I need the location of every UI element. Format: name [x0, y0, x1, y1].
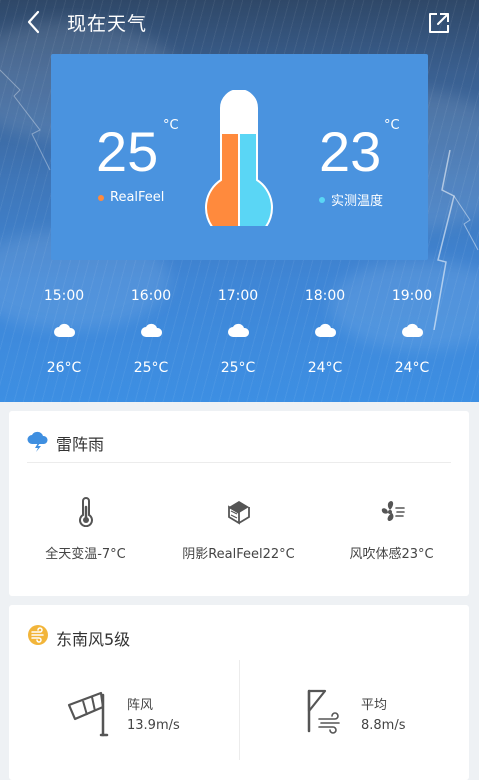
measured-unit: °C — [384, 118, 400, 133]
hour-temperature: 25°C — [133, 360, 169, 376]
share-icon[interactable] — [426, 10, 452, 36]
windsock-icon — [67, 691, 109, 737]
stat-label: 全天变温-7°C — [45, 547, 126, 562]
gust-value: 13.9m/s — [127, 718, 180, 733]
cloud-icon — [141, 323, 163, 337]
hour-time: 18:00 — [304, 288, 346, 304]
measured-label: 实测温度 — [331, 194, 384, 209]
cloud-icon — [315, 323, 337, 337]
temperature-card: 25 °C RealFeel 23 °C 实测温度 — [51, 54, 428, 260]
hour-time: 15:00 — [43, 288, 85, 304]
measured-temperature: 23 — [319, 120, 382, 183]
realfeel-label: RealFeel — [110, 190, 165, 205]
thunderstorm-icon — [27, 431, 48, 452]
cloud-icon — [228, 323, 250, 337]
card-divider — [27, 462, 451, 463]
weather-hero: 现在天气 25 °C RealFeel 23 °C 实测温度 15:00 26°… — [0, 0, 479, 402]
top-bar: 现在天气 — [0, 0, 479, 46]
hour-temperature: 25°C — [220, 360, 256, 376]
back-icon[interactable] — [22, 8, 48, 36]
wind-divider — [239, 660, 240, 760]
wind-icon — [28, 625, 48, 645]
measured-legend: 实测温度 — [319, 190, 383, 209]
hour-temperature: 26°C — [46, 360, 82, 376]
condition-title: 雷阵雨 — [56, 435, 105, 454]
stat-label: 风吹体感23°C — [349, 547, 434, 562]
average-value: 8.8m/s — [361, 718, 406, 733]
realfeel-temperature: 25 — [96, 120, 159, 183]
realfeel-dot — [98, 194, 104, 201]
cloud-icon — [54, 323, 76, 337]
condition-card: 雷阵雨 全天变温-7°C 阴影RealFeel22°C 风吹体感23°C — [9, 411, 469, 596]
hour-time: 19:00 — [391, 288, 433, 304]
wind-flag-icon — [307, 689, 340, 734]
stat-label: 阴影RealFeel22°C — [182, 547, 295, 562]
measured-dot — [319, 196, 325, 203]
thermometer-icon — [205, 90, 273, 226]
thermometer-icon — [79, 497, 93, 527]
wind-card: 东南风5级 阵风 13.9m/s 平均 8.8m/s — [9, 605, 469, 780]
page-title: 现在天气 — [67, 13, 148, 35]
realfeel-unit: °C — [163, 118, 179, 133]
fan-icon — [381, 501, 405, 521]
cloud-icon — [402, 323, 424, 337]
hourly-forecast: 15:00 26°C 16:00 25°C 17:00 25°C 18:00 2… — [0, 288, 479, 378]
hour-time: 17:00 — [217, 288, 259, 304]
realfeel-legend: RealFeel — [98, 190, 164, 205]
wind-title: 东南风5级 — [56, 630, 131, 649]
average-label: 平均 — [361, 698, 388, 713]
gust-label: 阵风 — [127, 698, 154, 713]
hour-temperature: 24°C — [307, 360, 343, 376]
hour-temperature: 24°C — [394, 360, 430, 376]
hour-time: 16:00 — [130, 288, 172, 304]
shade-icon — [228, 501, 250, 525]
